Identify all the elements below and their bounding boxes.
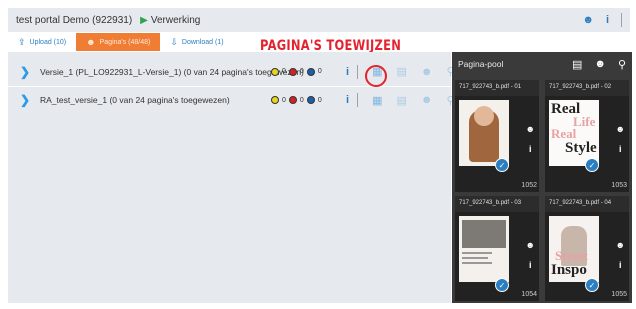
blue-status-dot: [306, 67, 315, 76]
info-icon[interactable]: i: [529, 260, 532, 270]
row-actions: i ▦ ▤ ☻ ⚲: [346, 93, 455, 107]
info-icon[interactable]: i: [529, 144, 532, 154]
highlight-circle: [365, 65, 387, 87]
tab-label: Upload (10): [29, 38, 67, 46]
step-label: Verwerking: [150, 14, 201, 26]
user-icon[interactable]: ☻: [582, 14, 594, 26]
assign-pages-icon[interactable]: ▦: [372, 94, 382, 107]
page-number: 1053: [611, 182, 627, 189]
page-thumbnail: [459, 100, 509, 166]
page-caption: 717_922743_b.pdf - 02: [545, 80, 629, 96]
page-card[interactable]: 717_922743_b.pdf - 01 ✓ ☻ i 1052: [455, 80, 539, 192]
info-icon[interactable]: i: [346, 94, 349, 106]
project-title: test portal Demo (922931): [16, 14, 133, 26]
chevron-right-icon[interactable]: ❯: [20, 65, 34, 79]
tab-upload[interactable]: ⇪ Upload (10): [8, 33, 77, 51]
page-caption: 717_922743_b.pdf - 04: [545, 196, 629, 212]
user-assign-icon[interactable]: ☻: [616, 240, 625, 250]
page-caption: 717_922743_b.pdf - 03: [455, 196, 539, 212]
user-assign-icon[interactable]: ☻: [616, 124, 625, 134]
status-counts: 0 0 0: [271, 67, 322, 76]
page-card[interactable]: 717_922743_b.pdf - 04 Street Inspo ✓ ☻ i…: [545, 196, 629, 301]
page-card[interactable]: 717_922743_b.pdf - 02 Real Life Real Sty…: [545, 80, 629, 192]
tab-label: Download (1): [181, 38, 224, 46]
page-pool-panel: Pagina-pool ▤ ☻ ⚲ 717_922743_b.pdf - 01 …: [452, 52, 632, 303]
page-card[interactable]: 717_922743_b.pdf - 03 ✓ ☻ i 1054: [455, 196, 539, 301]
tab-label: Pagina's (48/48): [99, 38, 151, 46]
play-icon: ▶: [140, 14, 148, 26]
divider: [357, 64, 359, 79]
info-icon[interactable]: i: [606, 14, 609, 26]
divider: [357, 93, 359, 107]
page-pool-header: Pagina-pool ▤ ☻ ⚲: [452, 52, 632, 76]
versions-panel: ❯ Versie_1 (PL_LO922931_L-Versie_1) (0 v…: [8, 52, 455, 303]
user-assign-icon[interactable]: ☻: [526, 124, 535, 134]
info-icon[interactable]: i: [619, 260, 622, 270]
red-count: 0: [299, 96, 304, 104]
user-assign-icon[interactable]: ☻: [421, 94, 433, 106]
user-assign-icon[interactable]: ☻: [421, 66, 433, 78]
version-label: RA_test_versie_1 (0 van 24 pagina's toeg…: [40, 95, 230, 105]
document-icon[interactable]: ▤: [396, 65, 406, 78]
version-row[interactable]: ❯ RA_test_versie_1 (0 van 24 pagina's to…: [8, 85, 455, 115]
page-number: 1052: [521, 182, 537, 189]
yellow-count: 0: [282, 68, 286, 75]
yellow-count: 0: [282, 96, 286, 104]
blue-status-dot: [306, 96, 315, 104]
preview-text: Style: [565, 140, 597, 156]
document-icon[interactable]: ▤: [572, 58, 582, 71]
download-icon: ⇩: [170, 36, 178, 47]
red-status-dot: [288, 67, 297, 76]
tab-download[interactable]: ⇩ Download (1): [160, 33, 234, 51]
check-icon[interactable]: ✓: [585, 278, 599, 292]
red-count: 0: [299, 68, 304, 75]
page-thumbnail: [459, 216, 509, 282]
document-icon[interactable]: ▤: [396, 94, 406, 107]
preview-text: Life: [573, 114, 596, 129]
page-pool-title: Pagina-pool: [458, 59, 504, 69]
pages-icon: ☻: [86, 37, 96, 47]
page-number: 1055: [611, 291, 627, 298]
tab-pages[interactable]: ☻ Pagina's (48/48): [76, 33, 161, 51]
page-thumbnail: Street Inspo: [549, 216, 599, 282]
preview-text: Inspo: [551, 262, 587, 278]
row-actions: i ▦ ▤ ☻ ⚲: [346, 64, 455, 79]
chevron-right-icon[interactable]: ❯: [20, 93, 34, 107]
search-icon[interactable]: ⚲: [618, 58, 626, 71]
yellow-status-dot: [271, 67, 279, 76]
check-icon[interactable]: ✓: [495, 158, 509, 172]
user-assign-icon[interactable]: ☻: [526, 240, 535, 250]
page-caption: 717_922743_b.pdf - 01: [455, 80, 539, 96]
info-icon[interactable]: i: [346, 66, 349, 78]
version-label: Versie_1 (PL_LO922931_L-Versie_1) (0 van…: [40, 66, 304, 77]
tab-bar: ⇪ Upload (10) ☻ Pagina's (48/48) ⇩ Downl…: [8, 33, 234, 51]
check-icon[interactable]: ✓: [495, 278, 509, 292]
blue-count: 0: [317, 68, 322, 75]
page-number: 1054: [521, 291, 537, 298]
yellow-status-dot: [271, 96, 279, 104]
top-bar: test portal Demo (922931) ▶ Verwerking ☻…: [8, 8, 630, 32]
page-thumbnail: Real Life Real Style: [549, 100, 599, 166]
blue-count: 0: [317, 96, 322, 104]
user-assign-icon[interactable]: ☻: [594, 58, 606, 71]
divider: [621, 13, 622, 27]
version-row[interactable]: ❯ Versie_1 (PL_LO922931_L-Versie_1) (0 v…: [8, 57, 455, 87]
check-icon[interactable]: ✓: [585, 158, 599, 172]
info-icon[interactable]: i: [619, 144, 622, 154]
upload-icon: ⇪: [18, 36, 26, 47]
red-status-dot: [288, 96, 297, 104]
status-counts: 0 0 0: [271, 96, 322, 104]
